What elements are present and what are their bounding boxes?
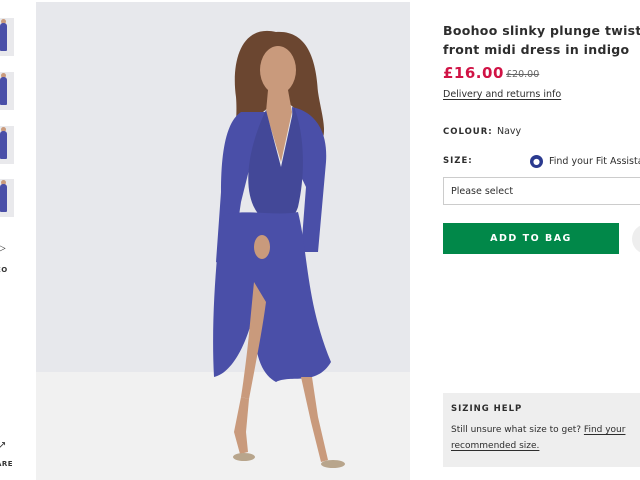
product-image: [36, 2, 410, 480]
model-figure: [213, 30, 345, 468]
share-label[interactable]: ARE: [0, 460, 13, 468]
delivery-returns-link[interactable]: Delivery and returns info: [443, 89, 561, 100]
product-title: Boohoo slinky plunge twist front midi dr…: [443, 23, 640, 57]
share-icon[interactable]: ↗: [0, 440, 6, 451]
size-select[interactable]: Please select: [443, 177, 640, 205]
thumbnail-1[interactable]: [0, 18, 14, 56]
colour-value: Navy: [497, 126, 522, 137]
sizing-help-text: Still unsure what size to get? Find your…: [451, 422, 635, 454]
thumbnail-rail: ▷ EO ↗ ARE: [0, 0, 30, 480]
sizing-help-box: SIZING HELP Still unsure what size to ge…: [443, 393, 640, 467]
sizing-help-question: Still unsure what size to get?: [451, 425, 582, 435]
fit-assistant-icon: ●: [530, 155, 543, 168]
thumbnail-3[interactable]: [0, 126, 14, 164]
thumbnail-2[interactable]: [0, 72, 14, 110]
current-price: £16.00: [443, 64, 504, 82]
video-label[interactable]: EO: [0, 266, 8, 274]
fit-assistant-label[interactable]: Find your Fit Assistant: [549, 156, 640, 167]
sizing-help-title: SIZING HELP: [451, 404, 523, 414]
play-icon[interactable]: ▷: [0, 243, 6, 254]
size-label: SIZE:: [443, 156, 473, 166]
heart-icon[interactable]: [632, 224, 640, 254]
previous-price: £20.00: [506, 69, 540, 80]
fit-assistant-link[interactable]: ● Find your Fit Assistant: [530, 155, 640, 168]
thumbnail-4[interactable]: [0, 179, 14, 217]
add-to-bag-button[interactable]: ADD TO BAG: [443, 223, 619, 254]
colour-label: COLOUR:: [443, 127, 493, 137]
